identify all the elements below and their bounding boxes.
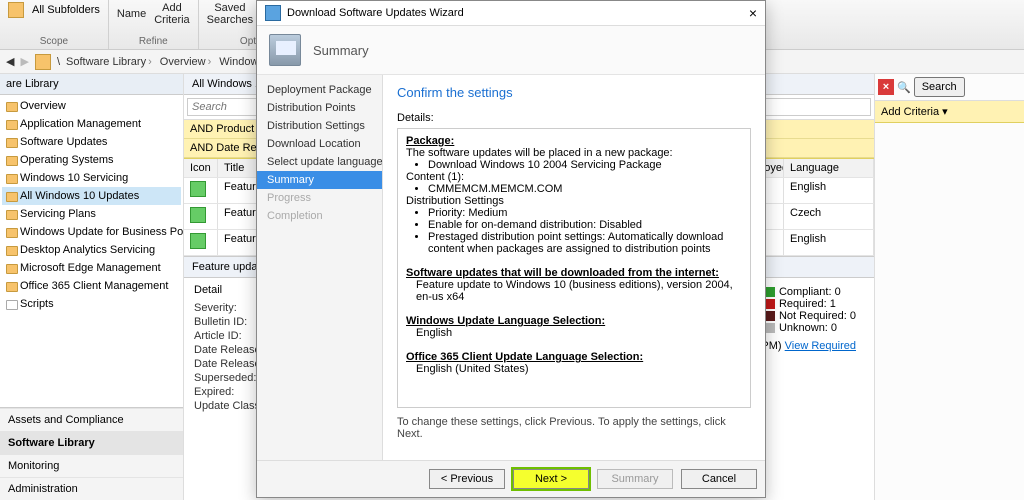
cancel-button[interactable]: Cancel: [681, 469, 757, 489]
tree-item[interactable]: Overview: [2, 97, 181, 115]
wizard-step[interactable]: Distribution Settings: [257, 117, 382, 135]
nav-fwd-icon[interactable]: ▶: [20, 55, 28, 68]
tree-item[interactable]: Windows Update for Business Policies: [2, 223, 181, 241]
legend-item: Compliant: 0: [765, 286, 856, 298]
tree-item[interactable]: Operating Systems: [2, 151, 181, 169]
clear-search-icon[interactable]: ×: [878, 79, 894, 95]
view-required-link[interactable]: View Required: [785, 340, 856, 352]
tree-item[interactable]: Servicing Plans: [2, 205, 181, 223]
add-criteria-dropdown[interactable]: Add Criteria ▾: [875, 101, 1024, 123]
details-box[interactable]: Package: The software updates will be pl…: [397, 128, 751, 408]
close-icon[interactable]: ×: [749, 5, 757, 21]
tree-item[interactable]: Scripts: [2, 295, 181, 313]
legend-item: Not Required: 0: [765, 310, 856, 322]
wizard-step: Completion: [257, 207, 382, 225]
details-label: Details:: [397, 112, 751, 124]
update-icon: [190, 181, 206, 197]
next-button[interactable]: Next >: [513, 469, 589, 489]
wizard-hint: To change these settings, click Previous…: [397, 416, 751, 440]
previous-button[interactable]: < Previous: [429, 469, 505, 489]
tree-item[interactable]: Windows 10 Servicing: [2, 169, 181, 187]
legend-item: Unknown: 0: [765, 322, 856, 334]
col-language[interactable]: Language: [784, 159, 874, 177]
tree-item[interactable]: Application Management: [2, 115, 181, 133]
ribbon-refine: Name Add Criteria Refine: [109, 0, 199, 49]
legend-item: Required: 1: [765, 298, 856, 310]
dist-setting: Prestaged distribution point settings: A…: [428, 231, 742, 255]
add-criteria-button[interactable]: Add Criteria: [154, 2, 189, 26]
subfolders-label: All Subfolders: [32, 4, 100, 16]
update-icon: [190, 207, 206, 223]
tree-item[interactable]: Software Updates: [2, 133, 181, 151]
wizard-dialog: Download Software Updates Wizard × Summa…: [256, 0, 766, 498]
right-panel: × 🔍 Search Add Criteria ▾: [874, 74, 1024, 500]
nav-tree: are Library OverviewApplication Manageme…: [0, 74, 184, 500]
wizard-step[interactable]: Select update languages for: [257, 153, 382, 171]
wizard-footer: < Previous Next > Summary Cancel: [257, 460, 765, 497]
name-button[interactable]: Name: [117, 8, 146, 20]
workspace-bar: Assets and ComplianceSoftware LibraryMon…: [0, 407, 183, 500]
wizard-step[interactable]: Distribution Points: [257, 99, 382, 117]
wizard-step[interactable]: Summary: [257, 171, 382, 189]
workspace-item[interactable]: Administration: [0, 477, 183, 500]
wizard-step: Progress: [257, 189, 382, 207]
refine-label: Refine: [139, 36, 168, 47]
wizard-step[interactable]: Deployment Package: [257, 81, 382, 99]
wizard-icon: [265, 5, 281, 21]
bc-item[interactable]: Software Library: [66, 56, 154, 68]
wizard-heading: Confirm the settings: [397, 85, 751, 100]
computer-icon: [269, 34, 301, 66]
wizard-banner-text: Summary: [313, 43, 369, 58]
compliance-legend: Compliant: 0Required: 1Not Required: 0Un…: [765, 286, 856, 334]
workspace-item[interactable]: Software Library: [0, 431, 183, 454]
update-icon: [190, 233, 206, 249]
col-icon[interactable]: Icon: [184, 159, 218, 177]
wizard-nav: Deployment PackageDistribution PointsDis…: [257, 75, 383, 460]
summary-button: Summary: [597, 469, 673, 489]
workspace-item[interactable]: Assets and Compliance: [0, 408, 183, 431]
saved-searches-button[interactable]: Saved Searches: [207, 2, 253, 26]
search-button[interactable]: Search: [914, 77, 965, 97]
tree-item[interactable]: Microsoft Edge Management: [2, 259, 181, 277]
search-icon: 🔍: [897, 81, 911, 94]
dist-setting: Priority: Medium: [428, 207, 742, 219]
scope-label: Scope: [40, 36, 68, 47]
folder-icon: [8, 2, 24, 18]
workspace-item[interactable]: Monitoring: [0, 454, 183, 477]
library-icon: [35, 54, 51, 70]
nav-header: are Library: [0, 74, 183, 95]
bc-item[interactable]: Overview: [160, 56, 214, 68]
wizard-content: Confirm the settings Details: Package: T…: [383, 75, 765, 460]
wizard-title: Download Software Updates Wizard: [287, 7, 464, 19]
tree-item[interactable]: Office 365 Client Management: [2, 277, 181, 295]
wizard-step[interactable]: Download Location: [257, 135, 382, 153]
tree-item[interactable]: All Windows 10 Updates: [2, 187, 181, 205]
nav-back-icon[interactable]: ◀: [6, 55, 14, 68]
tree-item[interactable]: Desktop Analytics Servicing: [2, 241, 181, 259]
ribbon-scope: All Subfolders Scope: [0, 0, 109, 49]
dist-setting: Enable for on-demand distribution: Disab…: [428, 219, 742, 231]
